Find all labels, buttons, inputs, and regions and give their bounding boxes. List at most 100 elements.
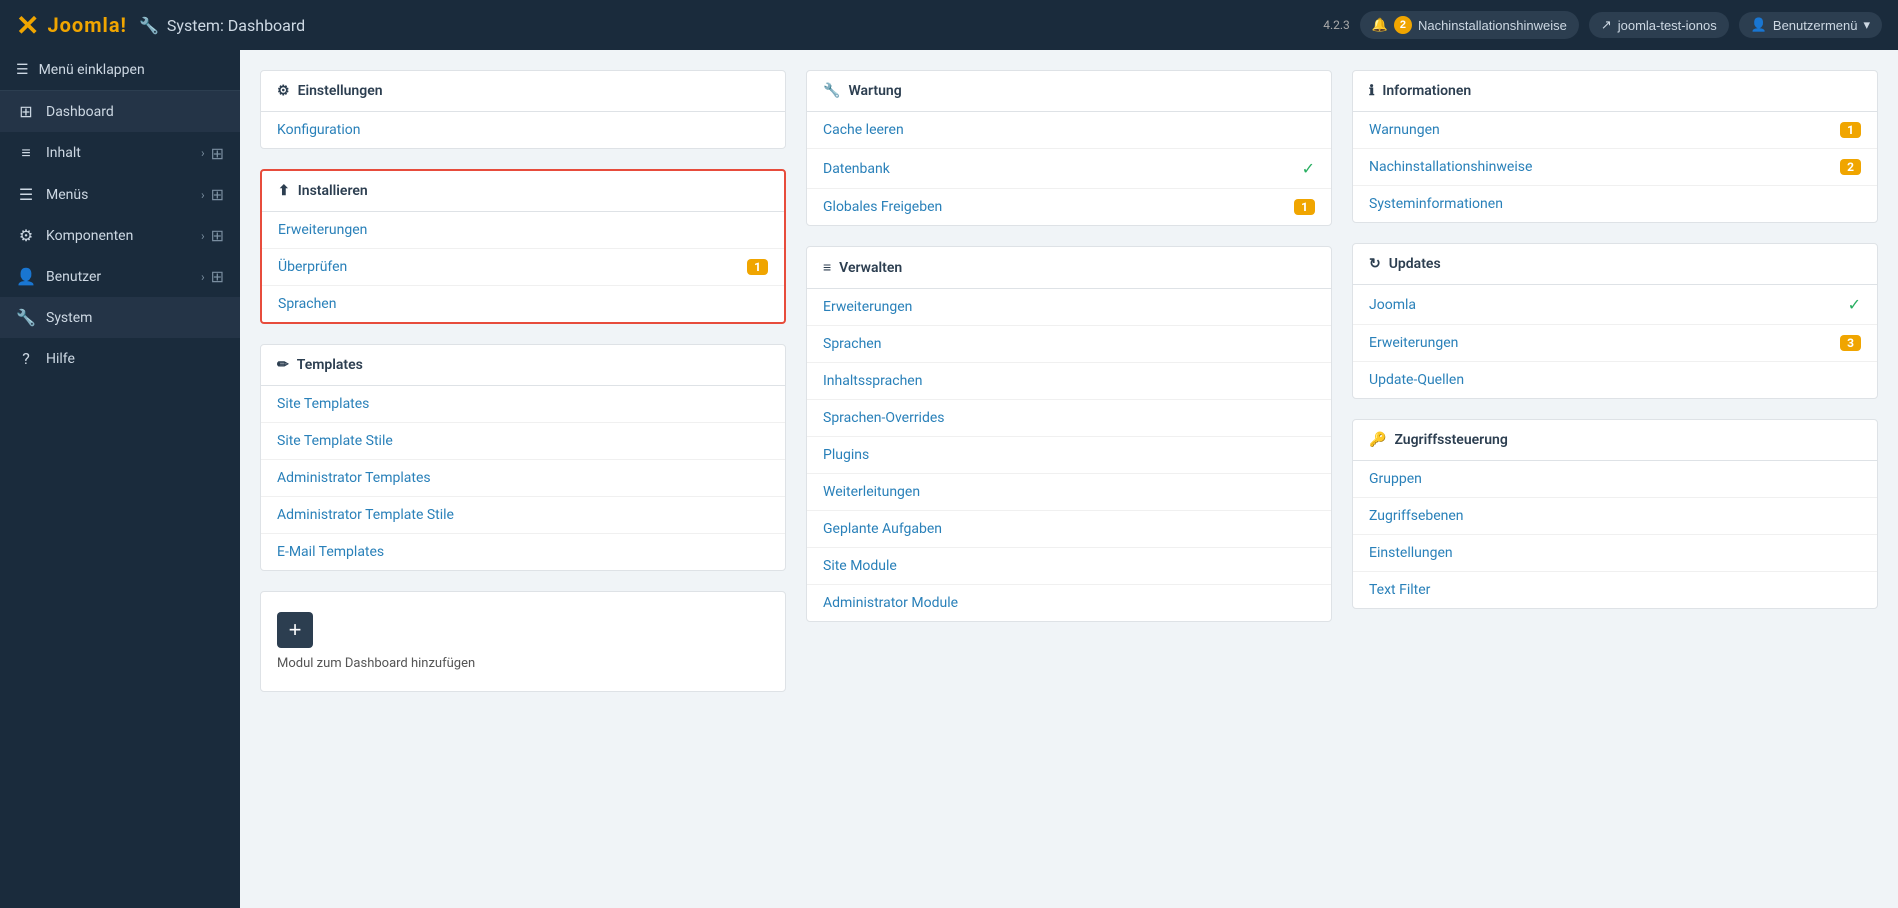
email-templates-link[interactable]: E-Mail Templates [277,544,384,560]
systeminformationen-link[interactable]: Systeminformationen [1369,196,1503,212]
sprachen-link[interactable]: Sprachen [278,296,336,312]
list-item[interactable]: Sprachen [262,286,784,322]
user-menu-button[interactable]: 👤 Benutzermenü ▾ [1739,12,1882,38]
administrator-template-stile-link[interactable]: Administrator Template Stile [277,507,454,523]
panel-templates: ✏ Templates Site Templates Site Template… [260,344,786,571]
list-item[interactable]: Joomla ✓ [1353,285,1877,325]
list-item[interactable]: Einstellungen [1353,535,1877,572]
inhalt-icon: ≡ [16,143,36,163]
list-item[interactable]: Globales Freigeben 1 [807,189,1331,225]
sidebar-item-inhalt[interactable]: ≡ Inhalt › ⊞ [0,132,240,174]
chevron-right-icon: › [201,229,205,243]
list-item[interactable]: Überprüfen 1 [262,249,784,286]
list-item[interactable]: Site Templates [261,386,785,423]
panel-einstellungen-title: Einstellungen [298,83,383,99]
einstellungen-zugriffssteuerung-link[interactable]: Einstellungen [1369,545,1453,561]
sidebar-item-hilfe[interactable]: ? Hilfe [0,338,240,379]
topbar-left: ✕ Joomla! 🔧 System: Dashboard [16,9,305,42]
erweiterungen-updates-link[interactable]: Erweiterungen [1369,335,1458,351]
text-filter-link[interactable]: Text Filter [1369,582,1430,598]
panel-wartung-title: Wartung [848,83,901,99]
list-item[interactable]: Erweiterungen [262,212,784,249]
site-module-link[interactable]: Site Module [823,558,897,574]
konfiguration-link[interactable]: Konfiguration [277,122,360,138]
list-item[interactable]: Erweiterungen [807,289,1331,326]
sidebar-item-dashboard[interactable]: ⊞ Dashboard [0,91,240,132]
list-item[interactable]: Zugriffsebenen [1353,498,1877,535]
warnungen-badge: 1 [1840,122,1861,138]
list-item[interactable]: Cache leeren [807,112,1331,149]
dashboard-grid: ⚙ Einstellungen Konfiguration ⬆ Installi… [260,70,1878,692]
panel-verwalten: ≡ Verwalten Erweiterungen Sprachen Inhal… [806,246,1332,622]
joomla-link[interactable]: Joomla [1369,297,1416,313]
list-item[interactable]: Administrator Template Stile [261,497,785,534]
list-item[interactable]: Geplante Aufgaben [807,511,1331,548]
panel-informationen-body: Warnungen 1 Nachinstallationshinweise 2 … [1353,112,1877,222]
list-item[interactable]: Administrator Module [807,585,1331,621]
panel-templates-body: Site Templates Site Template Stile Admin… [261,386,785,570]
list-item[interactable]: E-Mail Templates [261,534,785,570]
topbar-title: 🔧 System: Dashboard [139,16,305,35]
list-item[interactable]: Datenbank ✓ [807,149,1331,189]
administrator-module-link[interactable]: Administrator Module [823,595,958,611]
sprachen-overrides-link[interactable]: Sprachen-Overrides [823,410,945,426]
sidebar-item-benutzer[interactable]: 👤 Benutzer › ⊞ [0,256,240,297]
erweiterungen-verwalten-link[interactable]: Erweiterungen [823,299,912,315]
administrator-templates-link[interactable]: Administrator Templates [277,470,431,486]
list-item[interactable]: Warnungen 1 [1353,112,1877,149]
site-label: joomla-test-ionos [1618,18,1717,33]
list-item[interactable]: Konfiguration [261,112,785,148]
list-item[interactable]: Text Filter [1353,572,1877,608]
plugins-link[interactable]: Plugins [823,447,869,463]
list-item[interactable]: Nachinstallationshinweise 2 [1353,149,1877,186]
check-icon: ✓ [1302,159,1315,178]
gruppen-link[interactable]: Gruppen [1369,471,1422,487]
sidebar-item-label: System [46,310,92,326]
grid-icon: ⊞ [211,267,224,286]
list-item[interactable]: Sprachen [807,326,1331,363]
sidebar-collapse-button[interactable]: ☰ Menü einklappen [0,50,240,91]
globales-freigeben-link[interactable]: Globales Freigeben [823,199,942,215]
sidebar-item-menus[interactable]: ☰ Menüs › ⊞ [0,174,240,215]
sprachen-verwalten-link[interactable]: Sprachen [823,336,881,352]
warnungen-link[interactable]: Warnungen [1369,122,1440,138]
site-button[interactable]: ↗ joomla-test-ionos [1589,12,1729,38]
panel-informationen-header: ℹ Informationen [1353,71,1877,112]
notifications-badge: 2 [1394,16,1412,34]
nachinstallationshinweise-link[interactable]: Nachinstallationshinweise [1369,159,1532,175]
list-item[interactable]: Update-Quellen [1353,362,1877,398]
geplante-aufgaben-link[interactable]: Geplante Aufgaben [823,521,942,537]
system-icon: 🔧 [16,308,36,327]
zugriffsebenen-link[interactable]: Zugriffsebenen [1369,508,1464,524]
erweiterungen-link[interactable]: Erweiterungen [278,222,367,238]
datenbank-link[interactable]: Datenbank [823,161,890,177]
ueberpruefen-link[interactable]: Überprüfen [278,259,347,275]
cache-leeren-link[interactable]: Cache leeren [823,122,904,138]
notifications-button[interactable]: 🔔 2 Nachinstallationshinweise [1360,11,1579,39]
list-item[interactable]: Administrator Templates [261,460,785,497]
site-templates-link[interactable]: Site Templates [277,396,369,412]
panel-verwalten-body: Erweiterungen Sprachen Inhaltssprachen S… [807,289,1331,621]
panel-updates-title: Updates [1389,256,1441,272]
list-item[interactable]: Gruppen [1353,461,1877,498]
menu-collapse-icon: ☰ [16,62,29,78]
list-item[interactable]: Site Module [807,548,1331,585]
list-item[interactable]: Site Template Stile [261,423,785,460]
site-template-stile-link[interactable]: Site Template Stile [277,433,393,449]
weiterleitungen-link[interactable]: Weiterleitungen [823,484,920,500]
inhaltssprachen-link[interactable]: Inhaltssprachen [823,373,922,389]
list-item[interactable]: Weiterleitungen [807,474,1331,511]
sidebar-item-system[interactable]: 🔧 System [0,297,240,338]
panel-wartung-body: Cache leeren Datenbank ✓ Globales Freige… [807,112,1331,225]
update-quellen-link[interactable]: Update-Quellen [1369,372,1464,388]
komponenten-icon: ⚙ [16,226,36,245]
list-item[interactable]: Inhaltssprachen [807,363,1331,400]
list-item[interactable]: Plugins [807,437,1331,474]
list-item[interactable]: Systeminformationen [1353,186,1877,222]
add-module-button[interactable]: + [277,612,313,648]
list-item[interactable]: Sprachen-Overrides [807,400,1331,437]
hilfe-icon: ? [16,349,36,368]
list-item[interactable]: Erweiterungen 3 [1353,325,1877,362]
topbar-right: 4.2.3 🔔 2 Nachinstallationshinweise ↗ jo… [1323,11,1882,39]
sidebar-item-komponenten[interactable]: ⚙ Komponenten › ⊞ [0,215,240,256]
